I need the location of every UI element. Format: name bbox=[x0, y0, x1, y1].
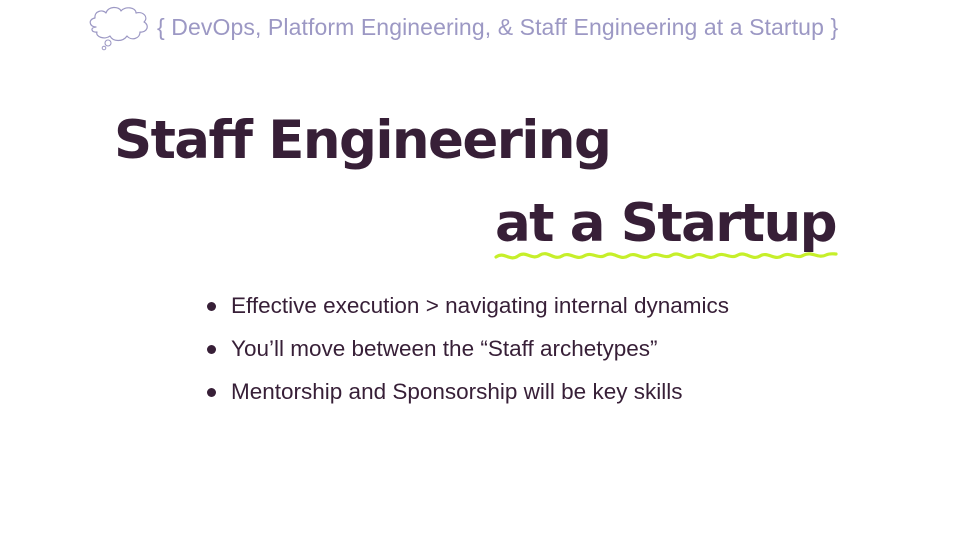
slide: { DevOps, Platform Engineering, & Staff … bbox=[0, 0, 960, 540]
bullet-text: Effective execution > navigating interna… bbox=[231, 293, 729, 318]
bullet-dot bbox=[207, 345, 216, 354]
title-line-2: at a Startup bbox=[495, 193, 838, 254]
list-item: You’ll move between the “Staff archetype… bbox=[204, 333, 729, 376]
bullet-text: Mentorship and Sponsorship will be key s… bbox=[231, 379, 683, 404]
header-text: { DevOps, Platform Engineering, & Staff … bbox=[157, 14, 839, 40]
bullet-dot bbox=[207, 302, 216, 311]
highlight-squiggle bbox=[494, 252, 838, 260]
bullet-text: You’ll move between the “Staff archetype… bbox=[231, 336, 658, 361]
list-item: Mentorship and Sponsorship will be key s… bbox=[204, 376, 729, 419]
thought-cloud-icon bbox=[89, 6, 148, 51]
bullet-dot bbox=[207, 388, 216, 397]
title-line-1: Staff Engineering bbox=[114, 110, 612, 171]
bullet-list: Effective execution > navigating interna… bbox=[204, 290, 729, 419]
list-item: Effective execution > navigating interna… bbox=[204, 290, 729, 333]
